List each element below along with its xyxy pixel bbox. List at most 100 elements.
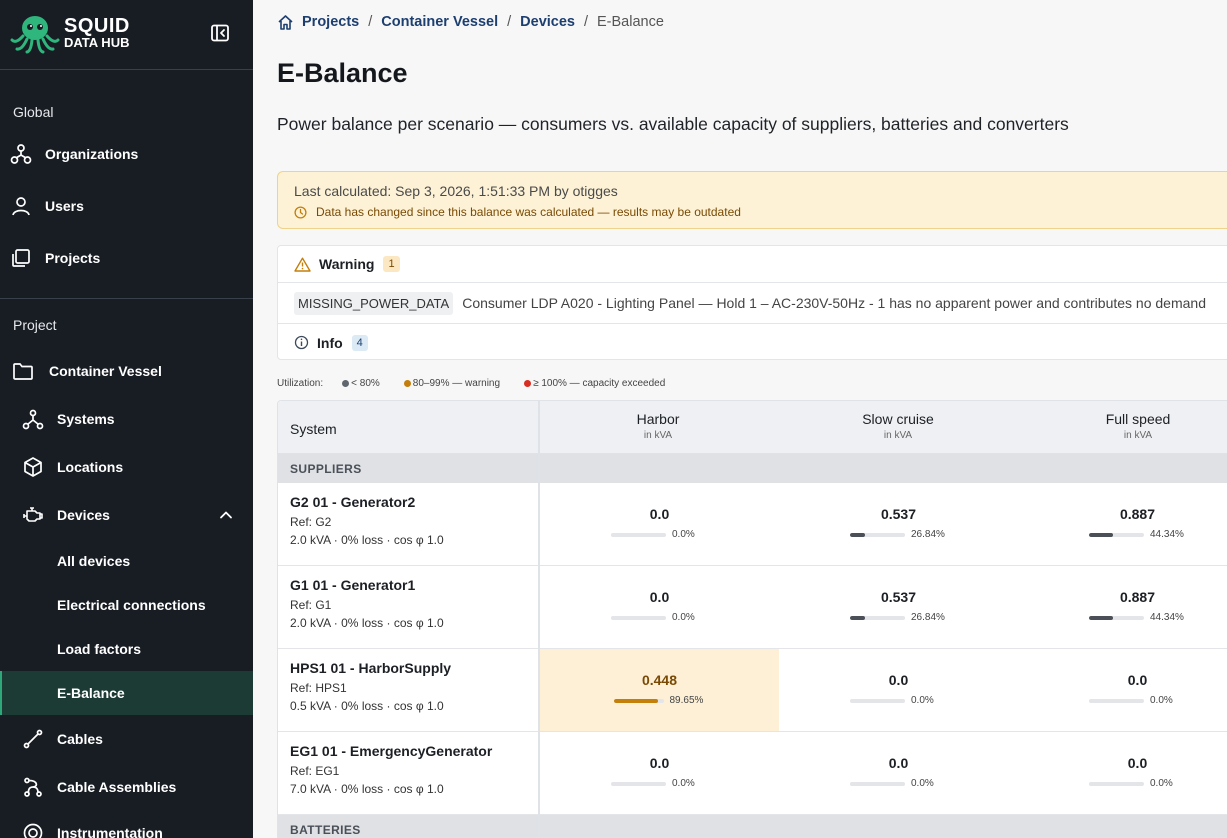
bar-fill bbox=[850, 532, 865, 537]
cell-percent: 0.0% bbox=[1150, 778, 1173, 789]
sidebar-item-e-balance[interactable]: E-Balance bbox=[0, 671, 253, 715]
cell-percent: 0.0% bbox=[672, 529, 695, 540]
column-header-harbor: Harbor in kVA bbox=[538, 411, 778, 441]
breadcrumb-projects[interactable]: Projects bbox=[302, 14, 359, 30]
legend-label: Utilization: bbox=[277, 378, 324, 389]
warning-triangle-icon bbox=[294, 257, 311, 272]
table-row[interactable]: G1 01 - Generator1 Ref: G1 2.0 kVA · 0% lo… bbox=[278, 566, 1227, 649]
messages-panel: Warning 1 MISSING_POWER_DATA Consumer LD… bbox=[277, 245, 1227, 360]
info-header[interactable]: Info 4 bbox=[278, 324, 1227, 361]
utilization-cell: 0.448 89.65% bbox=[540, 649, 779, 731]
column-header-slow-cruise: Slow cruise in kVA bbox=[778, 411, 1018, 441]
sidebar-item-label: All devices bbox=[57, 553, 131, 569]
utilization-cell: 0.537 26.84% bbox=[779, 483, 1018, 565]
column-divider bbox=[538, 401, 540, 837]
utilization-bar: 44.34% bbox=[1018, 612, 1227, 623]
utilization-cell: 0.0 0.0% bbox=[779, 649, 1018, 731]
bar-track bbox=[850, 781, 905, 786]
user-icon bbox=[10, 195, 32, 217]
cable-icon bbox=[22, 728, 44, 750]
device-spec: 2.0 kVA · 0% loss · cos φ 1.0 bbox=[290, 533, 444, 547]
device-ref: Ref: HPS1 bbox=[290, 681, 347, 695]
sidebar-item-label: Cable Assemblies bbox=[57, 779, 177, 795]
sidebar-item-container-vessel[interactable]: Container Vessel bbox=[0, 349, 253, 393]
sidebar-item-load-factors[interactable]: Load factors bbox=[0, 627, 253, 671]
breadcrumb-current: E-Balance bbox=[597, 14, 664, 30]
collapse-sidebar-button[interactable] bbox=[210, 24, 230, 42]
sidebar-item-users[interactable]: Users bbox=[0, 184, 253, 228]
table-row[interactable]: G2 01 - Generator2 Ref: G2 2.0 kVA · 0% lo… bbox=[278, 483, 1227, 566]
breadcrumb-devices[interactable]: Devices bbox=[520, 14, 575, 30]
bar-track bbox=[850, 615, 905, 620]
utilization-bar: 0.0% bbox=[1018, 778, 1227, 789]
column-name: Full speed bbox=[1105, 411, 1171, 427]
legend-dot bbox=[524, 380, 532, 387]
device-ref: Ref: G2 bbox=[290, 515, 332, 529]
table-row[interactable]: EG1 01 - EmergencyGenerator Ref: EG1 7.0 k… bbox=[278, 732, 1227, 815]
projects-icon bbox=[10, 247, 32, 269]
bar-fill bbox=[1089, 532, 1114, 537]
sidebar-item-cables[interactable]: Cables bbox=[0, 717, 253, 761]
sidebar-item-all-devices[interactable]: All devices bbox=[0, 539, 253, 583]
breadcrumb-separator: / bbox=[507, 14, 512, 30]
bar-fill bbox=[613, 698, 659, 703]
chevron-up-icon[interactable] bbox=[219, 508, 233, 522]
cell-percent: 0.0% bbox=[911, 695, 934, 706]
bar-track bbox=[1089, 781, 1144, 786]
utilization-cell: 0.887 44.34% bbox=[1018, 483, 1227, 565]
sidebar: SQUID DATA HUB Global Organizations User… bbox=[0, 0, 253, 838]
sidebar-item-locations[interactable]: Locations bbox=[0, 445, 253, 489]
bar-track bbox=[850, 698, 905, 703]
device-ref: Ref: G1 bbox=[290, 598, 332, 612]
cell-value: 0.0 bbox=[649, 589, 670, 605]
home-icon[interactable] bbox=[277, 14, 294, 31]
sidebar-item-systems[interactable]: Systems bbox=[0, 397, 253, 441]
cell-percent: 26.84% bbox=[911, 529, 945, 540]
sidebar-collapse-icon bbox=[211, 24, 229, 42]
octopus-logo-icon bbox=[10, 16, 60, 54]
cell-value: 0.0 bbox=[1127, 755, 1148, 771]
sidebar-item-devices[interactable]: Devices bbox=[0, 493, 253, 537]
warning-header[interactable]: Warning 1 bbox=[278, 246, 1227, 283]
cell-percent: 0.0% bbox=[672, 612, 695, 623]
column-unit: in kVA bbox=[883, 430, 913, 441]
bar-track bbox=[1089, 698, 1144, 703]
cell-value: 0.0 bbox=[888, 755, 909, 771]
utilization-bar: 0.0% bbox=[779, 695, 1018, 706]
column-unit: in kVA bbox=[643, 430, 673, 441]
breadcrumb-container-vessel[interactable]: Container Vessel bbox=[381, 14, 498, 30]
cell-percent: 0.0% bbox=[672, 778, 695, 789]
logo-title: SQUID bbox=[64, 15, 130, 37]
column-header-full-speed: Full speed in kVA bbox=[1018, 411, 1227, 441]
folder-icon bbox=[12, 360, 34, 382]
sidebar-item-projects[interactable]: Projects bbox=[0, 236, 253, 280]
cell-value: 0.448 bbox=[641, 672, 678, 688]
sidebar-item-cable-assemblies[interactable]: Cable Assemblies bbox=[0, 765, 253, 809]
sidebar-item-organizations[interactable]: Organizations bbox=[0, 132, 253, 176]
logo[interactable]: SQUID DATA HUB bbox=[10, 14, 140, 54]
sidebar-item-label: Devices bbox=[57, 507, 110, 523]
utilization-bar: 0.0% bbox=[540, 529, 779, 540]
page-title: E-Balance bbox=[277, 58, 408, 88]
clock-icon bbox=[294, 205, 307, 219]
sidebar-item-label: Cables bbox=[57, 731, 103, 747]
table-row[interactable]: HPS1 01 - HarborSupply Ref: HPS1 0.5 kVA ·… bbox=[278, 649, 1227, 732]
sidebar-item-instrumentation[interactable]: Instrumentation bbox=[0, 811, 253, 838]
utilization-bar: 0.0% bbox=[540, 778, 779, 789]
main-content: Projects / Container Vessel / Devices / … bbox=[253, 0, 1227, 838]
organizations-icon bbox=[10, 143, 32, 165]
bar-track bbox=[611, 615, 666, 620]
column-name: Harbor bbox=[636, 411, 680, 427]
utilization-cell: 0.0 0.0% bbox=[779, 732, 1018, 814]
column-header-system: System bbox=[290, 421, 337, 437]
device-spec: 2.0 kVA · 0% loss · cos φ 1.0 bbox=[290, 616, 444, 630]
device-spec: 7.0 kVA · 0% loss · cos φ 1.0 bbox=[290, 782, 444, 796]
page-subtitle: Power balance per scenario — consumers v… bbox=[277, 114, 1069, 134]
breadcrumb-separator: / bbox=[368, 14, 373, 30]
cell-percent: 26.84% bbox=[911, 612, 945, 623]
sidebar-item-label: Instrumentation bbox=[57, 825, 163, 838]
column-unit: in kVA bbox=[1123, 430, 1153, 441]
group-label: SUPPLIERS bbox=[290, 462, 362, 476]
sidebar-item-electrical-connections[interactable]: Electrical connections bbox=[0, 583, 253, 627]
warning-code: MISSING_POWER_DATA bbox=[294, 291, 454, 315]
